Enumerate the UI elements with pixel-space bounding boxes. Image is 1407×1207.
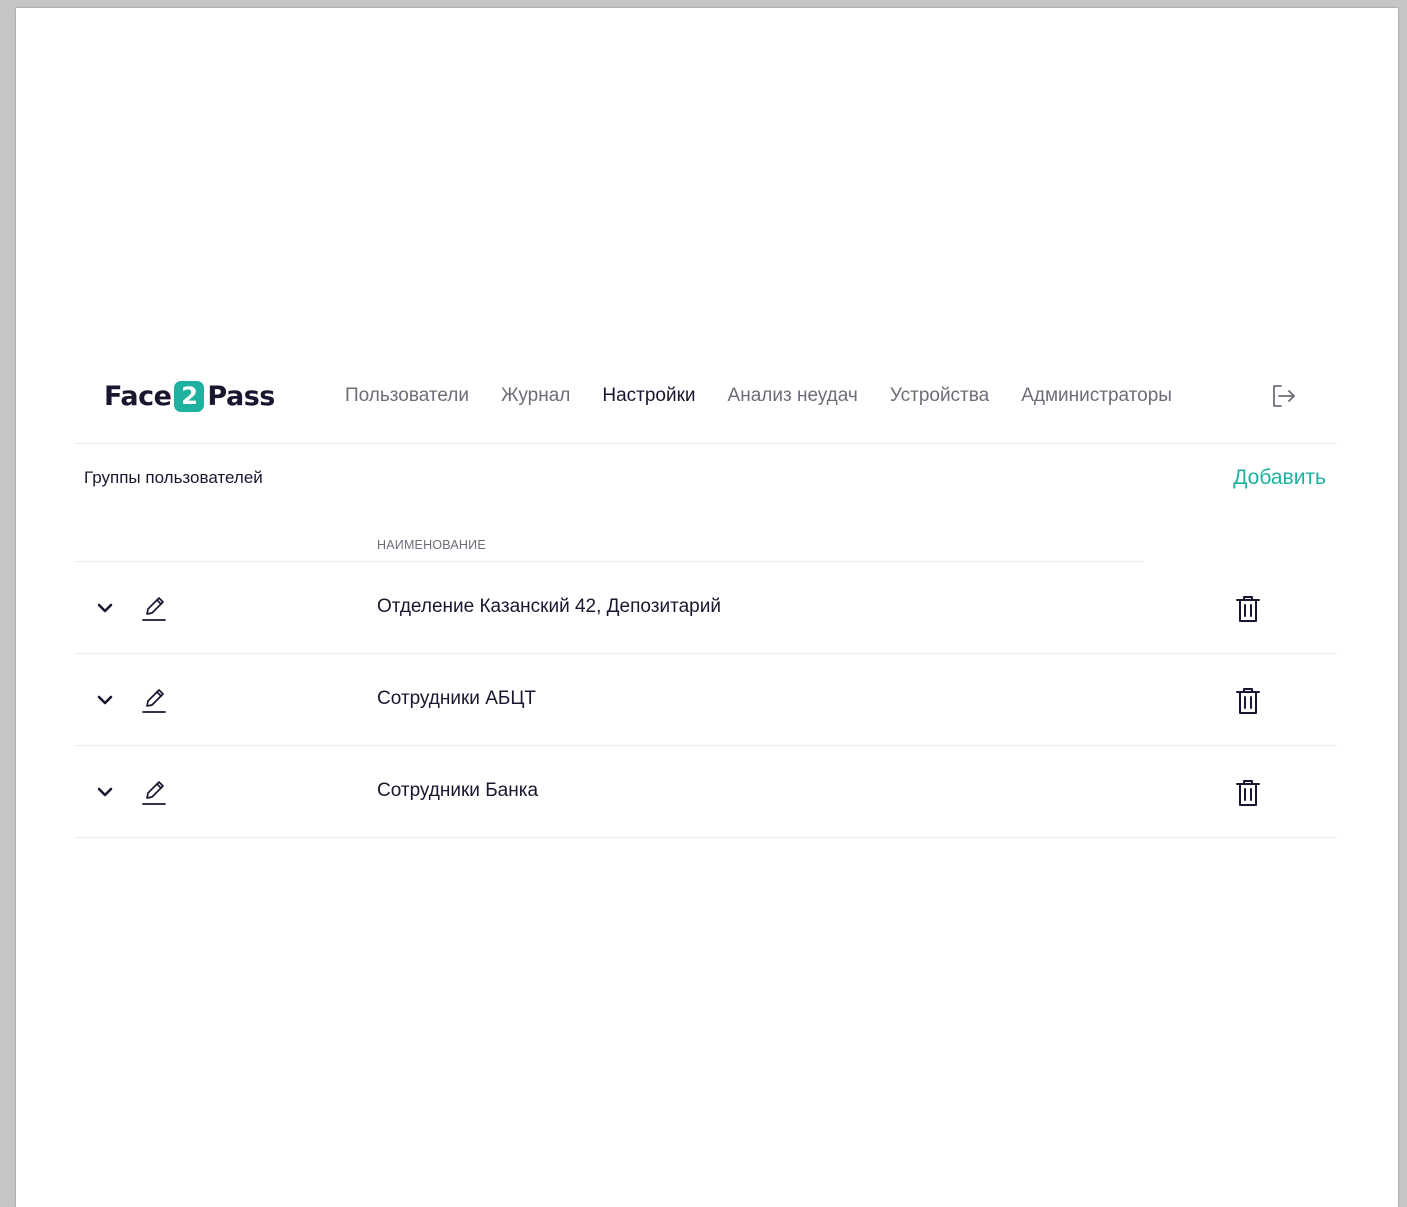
table-row: Сотрудники Банка bbox=[74, 746, 1337, 838]
nav-item-journal[interactable]: Журнал bbox=[501, 385, 570, 407]
main-nav: Пользователи Журнал Настройки Анализ неу… bbox=[345, 382, 1204, 410]
trash-icon[interactable] bbox=[1235, 687, 1261, 715]
chevron-down-icon[interactable] bbox=[94, 781, 116, 803]
table-row: Отделение Казанский 42, Депозитарий bbox=[74, 562, 1337, 654]
chevron-down-icon[interactable] bbox=[94, 689, 116, 711]
face2pass-logo[interactable]: Face 2 Pass bbox=[104, 376, 275, 416]
top-header: Face 2 Pass Пользователи Журнал Настройк… bbox=[74, 364, 1337, 444]
column-header-name: НАИМЕНОВАНИЕ bbox=[377, 538, 486, 552]
logo-badge-2: 2 bbox=[174, 380, 205, 412]
pencil-icon[interactable] bbox=[141, 594, 167, 622]
section-title: Группы пользователей bbox=[84, 468, 263, 487]
nav-item-devices[interactable]: Устройства bbox=[890, 385, 989, 407]
pencil-icon[interactable] bbox=[141, 686, 167, 714]
nav-item-failure-analysis[interactable]: Анализ неудач bbox=[728, 385, 858, 407]
nav-item-settings[interactable]: Настройки bbox=[602, 385, 695, 407]
table-row: Сотрудники АБЦТ bbox=[74, 654, 1337, 746]
trash-icon[interactable] bbox=[1235, 595, 1261, 623]
nav-item-administrators[interactable]: Администраторы bbox=[1021, 385, 1172, 407]
trash-icon[interactable] bbox=[1235, 779, 1261, 807]
table-column-header: НАИМЕНОВАНИЕ bbox=[74, 528, 1144, 562]
app-window: Face 2 Pass Пользователи Журнал Настройк… bbox=[16, 8, 1398, 1207]
pencil-icon[interactable] bbox=[141, 778, 167, 806]
row-group-name: Сотрудники АБЦТ bbox=[377, 688, 536, 709]
nav-item-users[interactable]: Пользователи bbox=[345, 385, 469, 407]
chevron-down-icon[interactable] bbox=[94, 597, 116, 619]
row-group-name: Отделение Казанский 42, Депозитарий bbox=[377, 596, 721, 617]
groups-table: Отделение Казанский 42, Депозитарий Сотр… bbox=[74, 562, 1337, 838]
row-group-name: Сотрудники Банка bbox=[377, 780, 539, 801]
logo-text-pass: Pass bbox=[207, 380, 275, 412]
logout-icon[interactable] bbox=[1270, 382, 1298, 410]
logo-text-face: Face bbox=[104, 380, 172, 412]
add-button[interactable]: Добавить bbox=[1233, 466, 1326, 490]
